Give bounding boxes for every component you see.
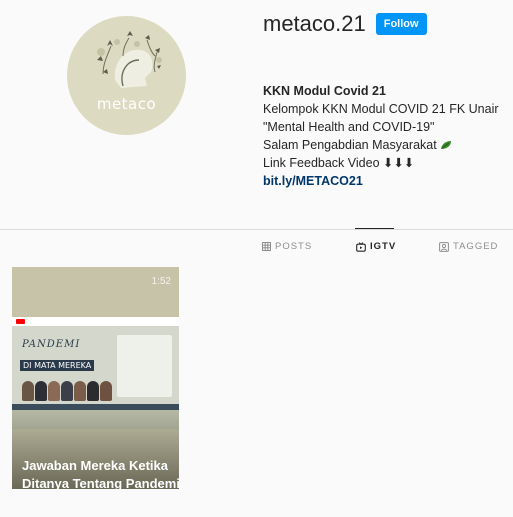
- thumbnail-side-panel: [117, 335, 172, 397]
- active-tab-indicator: [355, 228, 394, 229]
- igtv-video-card[interactable]: 1:52 PANDEMI DI MATA MEREKA Jawaban Mere…: [12, 267, 179, 489]
- grid-icon: [262, 242, 271, 251]
- tab-igtv[interactable]: IGTV: [356, 241, 396, 252]
- person-figure: [22, 381, 34, 401]
- person-figure: [87, 381, 99, 401]
- tab-posts-label: POSTS: [275, 241, 313, 252]
- tab-posts[interactable]: POSTS: [262, 241, 312, 252]
- thumbnail-people: [22, 377, 114, 401]
- profile-tabs: POSTS IGTV TAGGED: [0, 241, 513, 255]
- thumbnail-title-line-2: DI MATA MEREKA: [20, 360, 95, 371]
- profile-header: metaco metaco.21 Follow 54 posts 784 fol…: [0, 0, 513, 230]
- leaf-emoji-icon: [441, 141, 452, 149]
- bio-name: KKN Modul Covid 21: [263, 84, 386, 98]
- igtv-icon: [356, 241, 366, 252]
- bio-link[interactable]: bit.ly/METACO21: [263, 172, 513, 190]
- profile-bio: KKN Modul Covid 21 Kelompok KKN Modul CO…: [263, 82, 513, 190]
- profile-username: metaco.21: [263, 11, 366, 36]
- thumbnail-title-line-1: PANDEMI: [22, 339, 81, 350]
- bio-line-4: Link Feedback Video ⬇⬇⬇: [263, 156, 415, 170]
- person-figure: [35, 381, 47, 401]
- botanical-logo-icon: [97, 31, 162, 88]
- follow-button[interactable]: Follow: [375, 13, 427, 35]
- youtube-logo-icon: [16, 319, 25, 324]
- tab-tagged-label: TAGGED: [453, 241, 499, 252]
- bio-line-1: Kelompok KKN Modul COVID 21 FK Unair: [263, 102, 499, 116]
- person-figure: [61, 381, 73, 401]
- bio-line-2: "Mental Health and COVID-19": [263, 120, 435, 134]
- profile-avatar[interactable]: metaco: [67, 16, 186, 135]
- video-duration: 1:52: [151, 276, 171, 287]
- tab-tagged[interactable]: TAGGED: [439, 241, 498, 252]
- username-row: metaco.21 Follow: [263, 9, 427, 39]
- tabs-divider: [0, 229, 513, 230]
- avatar-logo-text: metaco: [96, 95, 157, 113]
- person-figure: [74, 381, 86, 401]
- tab-igtv-label: IGTV: [370, 241, 397, 252]
- thumbnail-browser-bar: [12, 317, 179, 326]
- tagged-icon: [439, 241, 449, 252]
- igtv-video-caption: Jawaban Mereka Ketika Ditanya Tentang Pa…: [22, 458, 179, 489]
- person-figure: [100, 381, 112, 401]
- bio-line-3: Salam Pengabdian Masyarakat: [263, 138, 437, 152]
- bio-line-3-row: Salam Pengabdian Masyarakat: [263, 136, 513, 154]
- person-figure: [48, 381, 60, 401]
